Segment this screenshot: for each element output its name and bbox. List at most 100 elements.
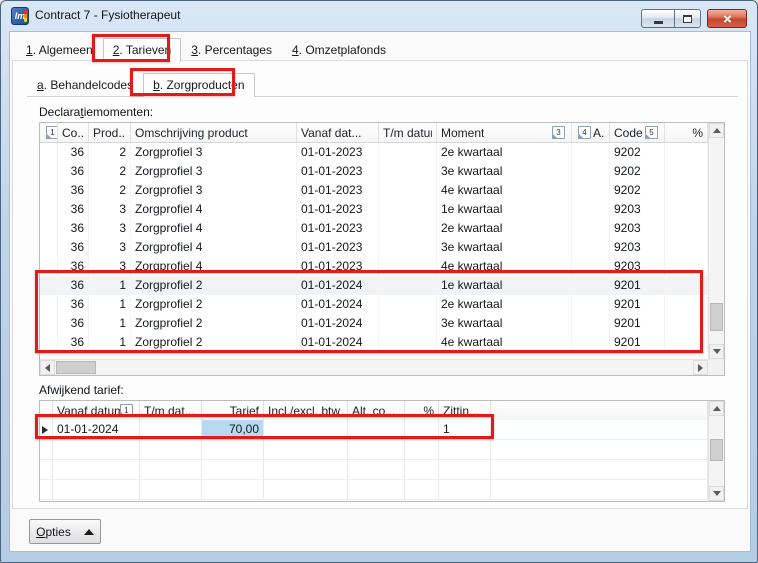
table-cell-co: 36 [58,333,89,352]
tab-1-algemeen[interactable]: 1. Algemeen [16,39,103,61]
column-header-label: % [423,404,434,418]
scroll-down-button[interactable] [709,486,724,501]
table-cell-a [572,143,610,162]
table-cell-tm [379,162,437,181]
table-cell-a [572,295,610,314]
window: Im Contract 7 - Fysiotherapeut 1. Algeme… [0,0,758,563]
restore-button[interactable] [675,9,701,28]
table-cell-tm [140,460,202,480]
column-header-vanaf[interactable]: Vanaf dat... [297,123,379,142]
scroll-down-button[interactable] [709,344,724,359]
table-cell-tm [379,238,437,257]
table-cell-oms: Zorgprofiel 2 [131,333,297,352]
table-row[interactable]: 363Zorgprofiel 401-01-20234e kwartaal920… [40,257,708,276]
table-cell-moment: 3e kwartaal [437,162,572,181]
table-cell-tarief: 70,00 [202,420,264,440]
table-cell-oms: Zorgprofiel 3 [131,162,297,181]
opties-button-label: Opties [36,525,71,539]
table-row[interactable] [40,480,708,500]
table-row[interactable]: 01-01-202470,001 [40,420,708,440]
table-row[interactable]: 362Zorgprofiel 301-01-20232e kwartaal920… [40,143,708,162]
declaratiemomenten-table: 1Co...Prod...Omschrijving productVanaf d… [39,122,725,376]
column-header-tarief[interactable]: Tarief [202,401,264,420]
table-row[interactable]: 361Zorgprofiel 201-01-20242e kwartaal920… [40,295,708,314]
column-header-label: Prod... [93,126,126,140]
column-header-zit[interactable]: Zittin... [439,401,491,420]
minimize-button[interactable] [641,9,675,28]
column-header-pct[interactable]: % [665,123,708,142]
table-cell-ind [40,219,58,238]
table-cell-vanaf: 01-01-2023 [297,181,379,200]
table-row[interactable]: 363Zorgprofiel 401-01-20231e kwartaal920… [40,200,708,219]
column-header-prod[interactable]: Prod... [89,123,131,142]
table-cell-ind [40,181,58,200]
column-header-a[interactable]: 4A... [572,123,610,142]
column-header-code[interactable]: Code5 [610,123,665,142]
current-row-indicator-icon [42,426,48,434]
column-header-co[interactable]: Co... [58,123,89,142]
afwijkend-tarief-header-row: Vanaf datum1 T/m dat... TariefIncl./excl. … [40,401,708,421]
table-cell-prod: 2 [89,143,131,162]
table-cell-vanaf: 01-01-2024 [297,314,379,333]
table-row[interactable] [40,440,708,460]
table-row[interactable] [40,460,708,480]
scrollbar-thumb[interactable] [710,303,723,331]
table-cell-incl [264,480,348,500]
column-header-tm[interactable]: T/m dat... [140,401,202,420]
table-row[interactable]: 361Zorgprofiel 201-01-20243e kwartaal920… [40,314,708,333]
column-header-ind[interactable]: 1 [40,123,58,142]
table-cell-moment: 4e kwartaal [437,333,572,352]
horizontal-scrollbar[interactable] [40,359,708,375]
restore-icon [683,15,692,23]
table-row[interactable]: 361Zorgprofiel 201-01-20244e kwartaal920… [40,333,708,352]
table-cell-tm [379,276,437,295]
table-cell-a [572,257,610,276]
table-cell-tm [379,200,437,219]
table-cell-prod: 1 [89,333,131,352]
close-button[interactable] [707,9,747,28]
scrollbar-thumb[interactable] [710,439,723,461]
scroll-left-button[interactable] [40,360,55,375]
column-header-tm[interactable]: T/m datum [379,123,437,142]
scroll-up-button[interactable] [709,123,724,138]
vertical-scrollbar[interactable] [708,401,724,501]
table-row[interactable]: 362Zorgprofiel 301-01-20234e kwartaal920… [40,181,708,200]
table-cell-pct [665,257,708,276]
table-cell-code: 9201 [610,276,665,295]
table-row[interactable]: 361Zorgprofiel 201-01-20241e kwartaal920… [40,276,708,295]
table-cell-a [572,219,610,238]
table-cell-code: 9202 [610,162,665,181]
table-row[interactable]: 362Zorgprofiel 301-01-20233e kwartaal920… [40,162,708,181]
scrollbar-thumb[interactable] [56,361,96,374]
table-cell-pct [405,440,439,460]
column-header-incl[interactable]: Incl./excl. btw [264,401,348,420]
declaratiemomenten-label: Declaratiemomenten: [39,105,153,119]
column-header-ind[interactable] [40,401,53,420]
column-header-pct[interactable]: % [405,401,439,420]
column-header-oms[interactable]: Omschrijving product [131,123,297,142]
column-header-moment[interactable]: Moment3 [437,123,572,142]
table-row[interactable]: 363Zorgprofiel 401-01-20233e kwartaal920… [40,238,708,257]
column-header-label: T/m dat... [144,404,195,418]
tab-b-zorgproducten[interactable]: b. Zorgproducten [143,73,254,97]
scroll-up-button[interactable] [709,401,724,416]
opties-button[interactable]: Opties [29,519,101,544]
column-header-vanaf[interactable]: Vanaf datum1 [53,401,140,420]
tab-2-tarieven[interactable]: 2. Tarieven [103,38,182,62]
table-cell-vanaf: 01-01-2023 [297,143,379,162]
title-bar[interactable]: Im Contract 7 - Fysiotherapeut [1,1,757,31]
scroll-right-button[interactable] [693,360,708,375]
table-cell-ind [40,162,58,181]
tab-4-omzetplafonds[interactable]: 4. Omzetplafonds [282,39,396,61]
tab-a-behandelcodes[interactable]: a. Behandelcodes [27,74,143,96]
column-header-alt[interactable]: Alt. co... [348,401,405,420]
table-cell-moment: 3e kwartaal [437,238,572,257]
tab-3-percentages[interactable]: 3. Percentages [181,39,282,61]
table-cell-prod: 2 [89,162,131,181]
table-cell-co: 36 [58,257,89,276]
column-header-fill[interactable] [491,401,708,420]
vertical-scrollbar[interactable] [708,123,724,359]
table-cell-fill [491,460,708,480]
table-cell-a [572,181,610,200]
table-row[interactable]: 363Zorgprofiel 401-01-20232e kwartaal920… [40,219,708,238]
